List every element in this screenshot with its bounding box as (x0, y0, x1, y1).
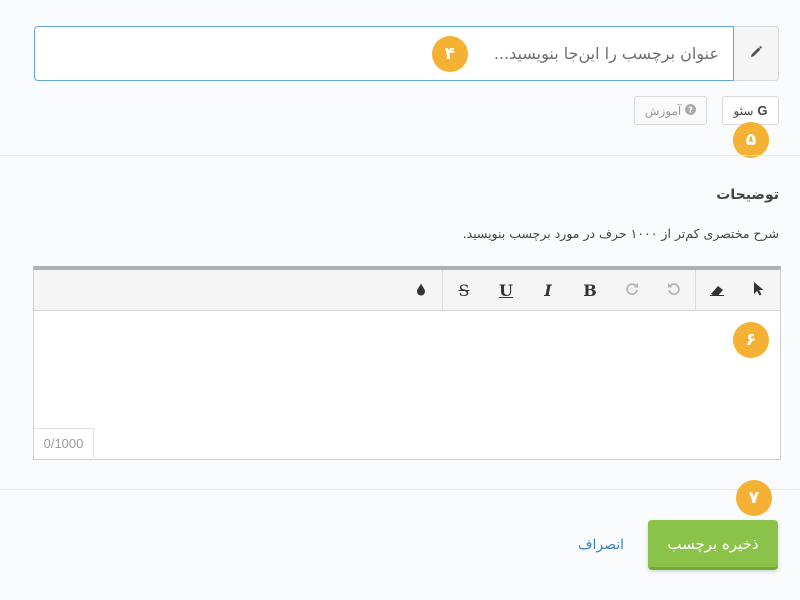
eraser-icon (709, 281, 725, 300)
redo-icon (625, 281, 639, 300)
underline-button[interactable]: U (485, 270, 527, 310)
strikethrough-button[interactable]: S (443, 270, 485, 310)
help-button-label: آموزش (644, 103, 682, 118)
character-counter: 0/1000 (34, 428, 94, 458)
cancel-link[interactable]: انصراف (578, 537, 624, 553)
toolbar-group-format: B I U S (442, 270, 695, 310)
bold-icon: B (583, 280, 597, 300)
seo-button-label: سئو (733, 103, 754, 118)
italic-button[interactable]: I (527, 270, 569, 310)
divider-bottom (0, 489, 800, 490)
seo-button[interactable]: G سئو (722, 96, 779, 125)
step-badge-7: ۷ (736, 480, 772, 516)
step-badge-4: ۴ (432, 36, 468, 72)
toolbar-group-color (400, 270, 442, 310)
divider-top (0, 155, 800, 156)
italic-icon: I (544, 280, 552, 300)
eraser-button[interactable] (696, 270, 738, 310)
step-badge-6: ۶ (733, 322, 769, 358)
save-tag-button[interactable]: ذخیره برچسب (648, 520, 778, 570)
title-addon (734, 26, 779, 81)
undo-button[interactable] (653, 270, 695, 310)
description-hint: شرح مختصری کم‌تر از ۱۰۰۰ حرف در مورد برچ… (462, 226, 779, 241)
title-input-group (34, 26, 779, 81)
step-badge-5: ۵ (733, 122, 769, 158)
bold-button[interactable]: B (569, 270, 611, 310)
help-button[interactable]: ? آموزش (634, 96, 707, 125)
editor-toolbar: B I U S (34, 270, 780, 311)
cursor-icon (753, 281, 765, 300)
svg-text:?: ? (688, 104, 693, 114)
cursor-button[interactable] (738, 270, 780, 310)
toolbar-group-select (695, 270, 780, 310)
strikethrough-icon: S (458, 280, 470, 300)
underline-icon: U (499, 280, 513, 300)
description-title: توضیحات (716, 187, 779, 203)
color-button[interactable] (400, 270, 442, 310)
editor-content-area[interactable]: 0/1000 (34, 311, 780, 458)
title-input[interactable] (34, 26, 734, 81)
rich-text-editor: B I U S 0/1000 (33, 266, 781, 460)
pencil-icon (749, 44, 763, 63)
redo-button[interactable] (611, 270, 653, 310)
google-icon: G (757, 103, 768, 118)
question-circle-icon: ? (685, 103, 697, 118)
undo-icon (667, 281, 681, 300)
droplet-icon (416, 281, 426, 300)
